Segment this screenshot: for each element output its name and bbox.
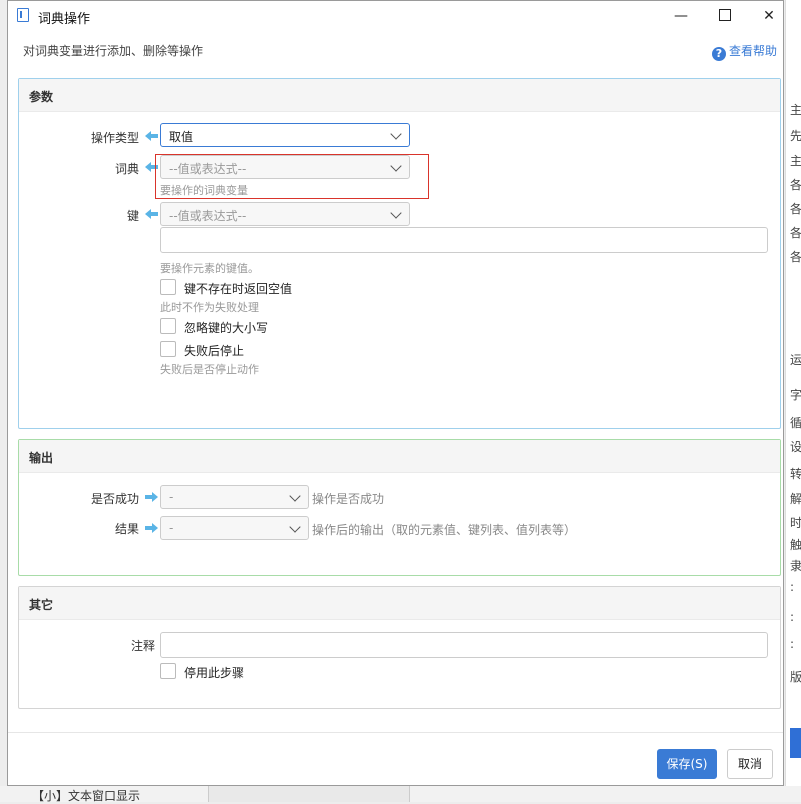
return-null-label: 键不存在时返回空值 xyxy=(184,282,293,296)
background-text: 主 xyxy=(790,154,801,168)
comment-label: 注释 xyxy=(130,639,155,653)
help-label: 查看帮助 xyxy=(728,44,777,58)
ignore-case-label: 忽略键的大小写 xyxy=(184,321,269,335)
highlight-box xyxy=(155,154,429,199)
chevron-down-icon xyxy=(289,521,301,533)
background-text: 运 xyxy=(790,353,801,367)
close-button[interactable]: ✕ xyxy=(746,1,792,31)
background-text: 各 xyxy=(790,250,801,264)
background-text: 转 xyxy=(790,467,801,481)
help-link[interactable]: ? 查看帮助 xyxy=(711,42,777,61)
result-description: 操作后的输出（取的元素值、键列表、值列表等） xyxy=(312,523,577,537)
dialog-description: 对词典变量进行添加、删除等操作 xyxy=(23,44,204,58)
ignore-case-checkbox[interactable] xyxy=(160,318,176,334)
result-label: 结果 xyxy=(114,522,139,536)
stop-on-fail-hint: 失败后是否停止动作 xyxy=(160,363,259,376)
title-bar[interactable]: 词典操作 — ✕ xyxy=(8,1,783,31)
comment-input[interactable] xyxy=(160,632,768,658)
result-value: - xyxy=(169,521,174,535)
background-text: 触 xyxy=(790,538,801,552)
params-section: 参数 操作类型 取值 词典 --值或表达式-- 要操作的词典变量 键 --值或表… xyxy=(18,78,781,429)
background-text: 字 xyxy=(790,388,801,402)
dictionary-label: 词典 xyxy=(114,162,139,176)
success-value: - xyxy=(169,490,174,504)
background-button xyxy=(790,728,801,758)
disable-step-checkbox[interactable] xyxy=(160,663,176,679)
background-text: 循 xyxy=(790,416,801,430)
disable-step-label: 停用此步骤 xyxy=(184,666,245,680)
dialog-icon xyxy=(17,8,29,22)
return-null-hint: 此时不作为失败处理 xyxy=(160,301,259,314)
return-null-checkbox[interactable] xyxy=(160,279,176,295)
params-header: 参数 xyxy=(19,79,780,112)
output-header: 输出 xyxy=(19,440,780,473)
key-placeholder: --值或表达式-- xyxy=(169,209,247,223)
other-header: 其它 xyxy=(19,587,780,620)
background-text: 隶 xyxy=(790,559,801,573)
output-arrow-icon xyxy=(145,523,158,533)
background-text: 各 xyxy=(790,202,801,216)
maximize-button[interactable] xyxy=(702,1,748,31)
chevron-down-icon xyxy=(289,490,301,502)
background-text: : xyxy=(790,610,795,624)
dialog-title: 词典操作 xyxy=(38,12,91,27)
other-section: 其它 注释 停用此步骤 xyxy=(18,586,781,709)
background-text: : xyxy=(790,580,795,594)
background-text: 版 xyxy=(790,670,801,684)
success-description: 操作是否成功 xyxy=(312,492,385,506)
background-text: 设 xyxy=(790,440,801,454)
key-value-field[interactable] xyxy=(160,227,768,253)
dictionary-operation-dialog: 词典操作 — ✕ 对词典变量进行添加、删除等操作 ? 查看帮助 参数 操作类型 取… xyxy=(7,0,784,786)
maximize-icon xyxy=(719,8,731,21)
key-label: 键 xyxy=(126,209,139,223)
cancel-button[interactable]: 取消 xyxy=(727,749,773,779)
result-select[interactable]: - xyxy=(160,516,309,540)
background-bottom-text: 【小】文本窗口显示 xyxy=(32,789,141,803)
background-text: 先 xyxy=(790,129,801,143)
save-button[interactable]: 保存(S) xyxy=(657,749,717,779)
operation-type-select[interactable]: 取值 xyxy=(160,123,410,147)
output-arrow-icon xyxy=(145,492,158,502)
background-text: 主 xyxy=(790,103,801,117)
other-header-label: 其它 xyxy=(29,598,54,612)
background-text: 各 xyxy=(790,226,801,240)
key-select[interactable]: --值或表达式-- xyxy=(160,202,410,226)
chevron-down-icon xyxy=(390,128,402,140)
input-arrow-icon xyxy=(145,209,158,219)
params-header-label: 参数 xyxy=(29,90,54,104)
background-column xyxy=(208,786,410,802)
stop-on-fail-label: 失败后停止 xyxy=(184,344,245,358)
stop-on-fail-checkbox[interactable] xyxy=(160,341,176,357)
background-text: 各 xyxy=(790,178,801,192)
background-text: 解 xyxy=(790,492,801,506)
success-label: 是否成功 xyxy=(90,492,139,506)
background-text: : xyxy=(790,637,795,651)
key-hint: 要操作元素的键值。 xyxy=(160,262,259,275)
help-icon: ? xyxy=(711,47,726,61)
background-text: 时 xyxy=(790,516,801,530)
output-header-label: 输出 xyxy=(29,451,54,465)
minimize-button[interactable]: — xyxy=(658,1,704,31)
chevron-down-icon xyxy=(390,207,402,219)
operation-type-value: 取值 xyxy=(169,130,194,144)
success-select[interactable]: - xyxy=(160,485,309,509)
footer-divider xyxy=(8,732,783,733)
operation-type-label: 操作类型 xyxy=(90,131,139,145)
output-section: 输出 是否成功 - 操作是否成功 结果 - 操作后的输出（取的元素值、键列表、值… xyxy=(18,439,781,576)
input-arrow-icon xyxy=(145,131,158,141)
